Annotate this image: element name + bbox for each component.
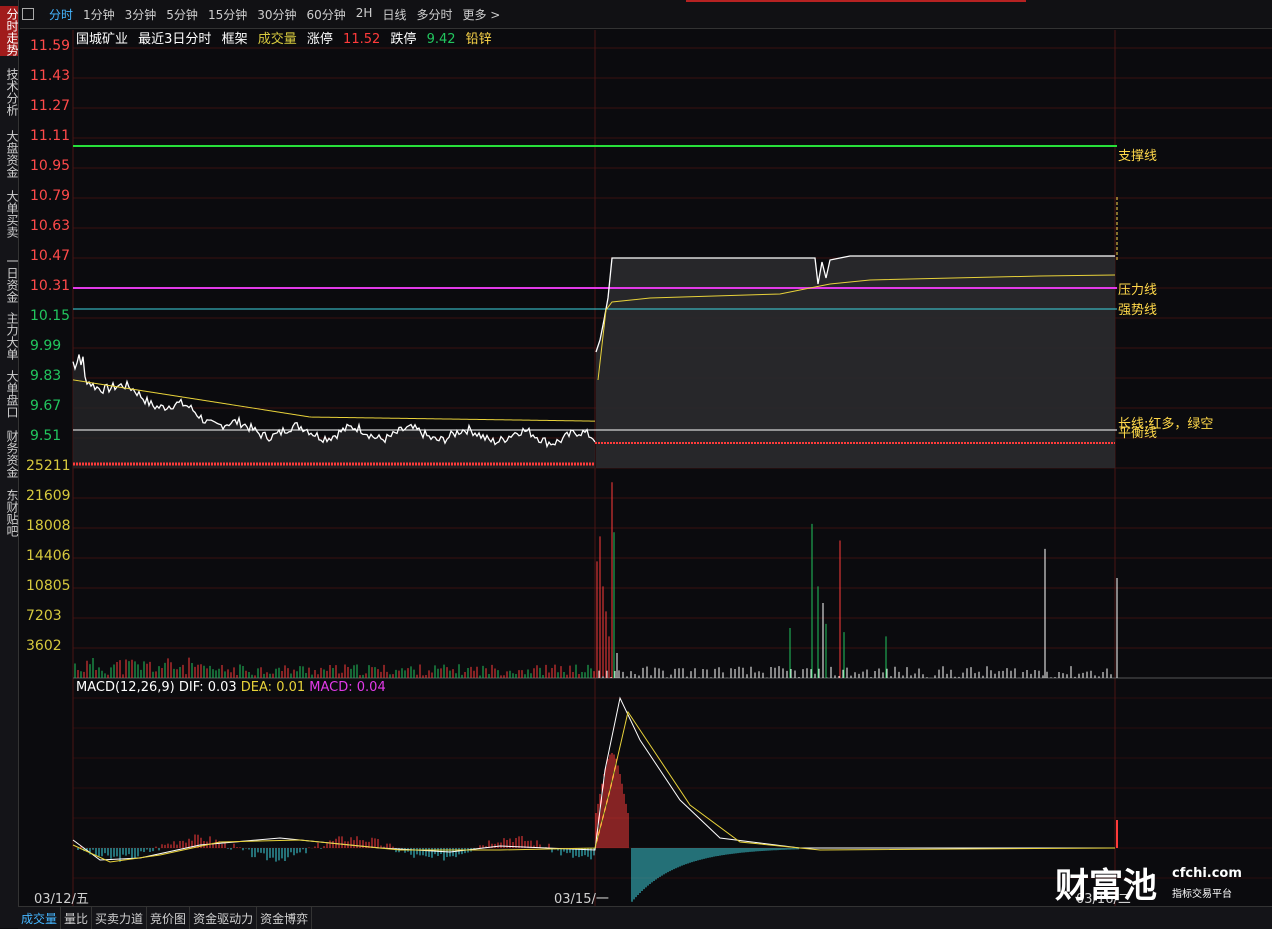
bottom-tab-0[interactable]: 成交量 xyxy=(18,907,62,929)
volume-tick: 3602 xyxy=(26,638,62,654)
date-label-2: 03/15/一 xyxy=(554,892,609,907)
price-tick: 9.83 xyxy=(30,368,62,384)
price-tick: 11.43 xyxy=(30,68,71,84)
price-tick: 11.59 xyxy=(30,38,71,54)
price-tick: 10.15 xyxy=(30,308,71,324)
price-tick: 11.11 xyxy=(30,128,71,144)
dif-line xyxy=(72,696,1115,861)
bottom-tab-5[interactable]: 资金博弈 xyxy=(257,907,313,929)
dea-value: DEA: 0.01 xyxy=(240,680,306,695)
macd-title: MACD(12,26,9) xyxy=(76,680,175,695)
support-line-label: 支撑线 xyxy=(1118,149,1158,164)
volume-tick: 18008 xyxy=(26,518,71,534)
watermark-slogan: 指标交易平台 xyxy=(1172,889,1232,900)
bottom-tab-2[interactable]: 买卖力道 xyxy=(92,907,148,929)
price-area-fill xyxy=(73,354,595,468)
volume-tick: 21609 xyxy=(26,488,71,504)
watermark-site: cfchi.com xyxy=(1172,866,1242,881)
date-label-1: 03/12/五 xyxy=(34,892,89,907)
dif-value: DIF: 0.03 xyxy=(178,680,237,695)
volume-tick: 7203 xyxy=(26,608,62,624)
volume-tick: 14406 xyxy=(26,548,71,564)
watermark-logo: 财富池 xyxy=(1055,866,1157,906)
price-tick: 11.27 xyxy=(30,98,71,114)
volume-tick: 25211 xyxy=(26,458,71,474)
pressure-line-label: 压力线 xyxy=(1118,283,1158,298)
bottom-tab-3[interactable]: 竞价图 xyxy=(147,907,191,929)
volume-tick: 10805 xyxy=(26,578,71,594)
price-tick: 10.95 xyxy=(30,158,71,174)
macd-legend: MACD(12,26,9) DIF: 0.03 DEA: 0.01 MACD: … xyxy=(76,680,386,695)
bottom-tab-bar: 成交量 量比 买卖力道 竞价图 资金驱动力 资金博弈 xyxy=(18,906,1272,929)
strong-line-label: 强势线 xyxy=(1118,303,1158,318)
macd-value: MACD: 0.04 xyxy=(309,680,386,695)
bottom-tab-1[interactable]: 量比 xyxy=(61,907,93,929)
price-tick: 10.63 xyxy=(30,218,71,234)
balance-line-label: 平衡线 xyxy=(1118,426,1158,441)
price-tick: 9.67 xyxy=(30,398,62,414)
price-tick: 10.79 xyxy=(30,188,71,204)
dea-line xyxy=(72,710,1116,863)
price-tick: 9.99 xyxy=(30,338,62,354)
bottom-tab-4[interactable]: 资金驱动力 xyxy=(190,907,258,929)
price-tick: 10.31 xyxy=(30,278,71,294)
price-tick: 9.51 xyxy=(30,428,62,444)
chart-canvas xyxy=(72,30,1272,906)
price-tick: 10.47 xyxy=(30,248,71,264)
